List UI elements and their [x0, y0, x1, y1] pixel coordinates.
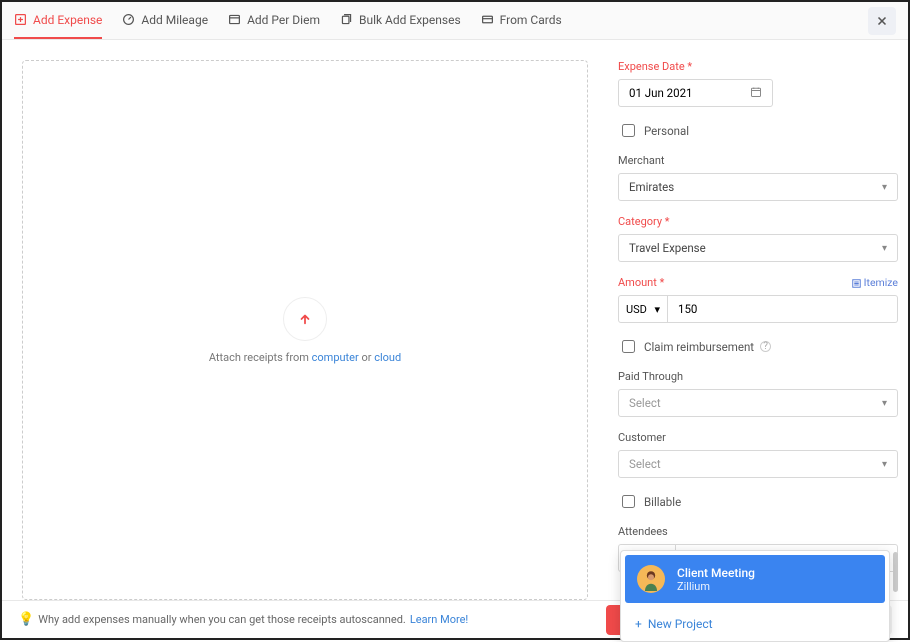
customer-select[interactable]: Select ▾ — [618, 450, 898, 478]
tab-bulk-add[interactable]: Bulk Add Expenses — [340, 3, 461, 39]
billable-field: Billable — [618, 492, 898, 511]
amount-input[interactable] — [668, 295, 898, 323]
project-dropdown: Client Meeting Zillium + New Project — [620, 550, 890, 642]
tab-add-per-diem[interactable]: Add Per Diem — [228, 3, 320, 39]
paid-through-label: Paid Through — [618, 370, 898, 383]
dropdown-item[interactable]: Client Meeting Zillium — [625, 555, 885, 603]
amount-label: Amount * — [618, 276, 664, 289]
claim-label: Claim reimbursement — [644, 340, 754, 354]
claim-checkbox[interactable] — [622, 340, 635, 353]
tab-label: From Cards — [500, 13, 562, 27]
footer-tip: 💡 Why add expenses manually when you can… — [18, 612, 606, 627]
expense-icon — [14, 13, 27, 26]
receipt-panel: Attach receipts from computer or cloud — [22, 60, 588, 602]
avatar — [637, 565, 665, 593]
chevron-down-icon: ▾ — [882, 398, 887, 409]
billable-label: Billable — [644, 495, 681, 509]
currency-select[interactable]: USD ▾ — [618, 295, 668, 323]
category-field: Category * Travel Expense ▾ — [618, 215, 898, 262]
chevron-down-icon: ▾ — [882, 182, 887, 193]
personal-checkbox[interactable] — [622, 124, 635, 137]
info-icon[interactable]: ? — [760, 341, 771, 352]
merchant-field: Merchant Emirates ▾ — [618, 154, 898, 201]
close-button[interactable] — [868, 7, 896, 35]
personal-label: Personal — [644, 124, 689, 138]
per-diem-icon — [228, 13, 241, 26]
computer-link[interactable]: computer — [312, 351, 359, 364]
chevron-down-icon: ▾ — [882, 459, 887, 470]
tab-label: Add Per Diem — [247, 13, 320, 27]
plus-icon: + — [635, 617, 642, 631]
tabs: Add Expense Add Mileage Add Per Diem Bul… — [14, 3, 868, 39]
receipt-dropzone[interactable]: Attach receipts from computer or cloud — [22, 60, 588, 600]
tab-add-mileage[interactable]: Add Mileage — [122, 3, 208, 39]
tab-add-expense[interactable]: Add Expense — [14, 3, 102, 39]
expense-date-field: Expense Date * 01 Jun 2021 — [618, 60, 898, 107]
billable-checkbox[interactable] — [622, 495, 635, 508]
merchant-select[interactable]: Emirates ▾ — [618, 173, 898, 201]
modal-header: Add Expense Add Mileage Add Per Diem Bul… — [2, 2, 908, 40]
cloud-link[interactable]: cloud — [374, 351, 401, 364]
new-project-button[interactable]: + New Project — [621, 607, 889, 641]
category-label: Category * — [618, 215, 898, 228]
merchant-label: Merchant — [618, 154, 898, 167]
paid-through-select[interactable]: Select ▾ — [618, 389, 898, 417]
calendar-icon — [750, 86, 762, 101]
mileage-icon — [122, 13, 135, 26]
card-icon — [481, 13, 494, 26]
personal-field: Personal — [618, 121, 898, 140]
dropdown-item-subtitle: Zillium — [677, 580, 755, 593]
lightbulb-icon: 💡 — [18, 612, 34, 627]
dropdown-item-title: Client Meeting — [677, 566, 755, 580]
chevron-down-icon: ▾ — [654, 303, 660, 316]
tab-label: Add Expense — [33, 13, 102, 27]
tab-from-cards[interactable]: From Cards — [481, 3, 562, 39]
amount-field: Amount * Itemize USD ▾ — [618, 276, 898, 323]
attendees-label: Attendees — [618, 525, 898, 538]
itemize-link[interactable]: Itemize — [852, 276, 898, 289]
tab-label: Bulk Add Expenses — [359, 13, 461, 27]
tab-label: Add Mileage — [141, 13, 208, 27]
learn-more-link[interactable]: Learn More! — [410, 613, 468, 626]
form-panel: Expense Date * 01 Jun 2021 Personal Merc… — [618, 60, 898, 602]
expense-date-label: Expense Date * — [618, 60, 898, 73]
category-select[interactable]: Travel Expense ▾ — [618, 234, 898, 262]
upload-icon — [283, 297, 327, 341]
chevron-down-icon: ▾ — [882, 243, 887, 254]
claim-field: Claim reimbursement ? — [618, 337, 898, 356]
expense-date-input[interactable]: 01 Jun 2021 — [618, 79, 773, 107]
modal-body: Attach receipts from computer or cloud E… — [2, 40, 908, 602]
bulk-icon — [340, 13, 353, 26]
customer-label: Customer — [618, 431, 898, 444]
attach-text: Attach receipts from computer or cloud — [209, 351, 401, 364]
customer-field: Customer Select ▾ — [618, 431, 898, 478]
paid-through-field: Paid Through Select ▾ — [618, 370, 898, 417]
